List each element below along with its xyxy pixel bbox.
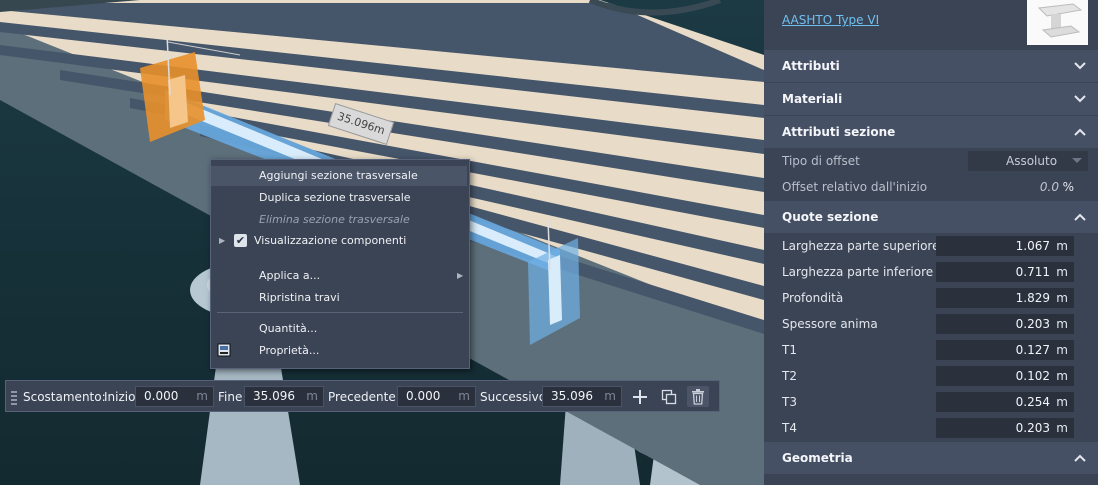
dim-label: Spessore anima bbox=[782, 317, 878, 331]
offset-toolbar: Scostamento: Inizio 0.000 m Fine 35.096 m … bbox=[5, 380, 720, 412]
dim-input[interactable]: 1.067 m bbox=[936, 236, 1074, 256]
menu-item-apply-to[interactable]: Applica a... bbox=[211, 266, 467, 286]
girder-type-header: AASHTO Type VI bbox=[764, 0, 1098, 49]
start-offset-input[interactable]: 0.000 m bbox=[135, 386, 214, 407]
dim-label: Larghezza parte inferiore bbox=[782, 265, 934, 279]
end-label: Fine bbox=[218, 390, 243, 404]
girder-preview-icon bbox=[1037, 3, 1083, 38]
end-offset-input[interactable]: 35.096 m bbox=[244, 386, 324, 407]
previous-offset-input[interactable]: 0.000 m bbox=[397, 386, 476, 407]
menu-item-quantity[interactable]: Quantità... bbox=[211, 319, 467, 339]
section-geometry[interactable]: Geometria bbox=[764, 442, 1098, 474]
submenu-arrow-icon: ▶ bbox=[457, 271, 464, 280]
menu-item-properties[interactable]: Proprietà... bbox=[211, 341, 467, 361]
offset-label: Scostamento: bbox=[23, 390, 106, 404]
context-menu: Aggiungi sezione trasversale Duplica sez… bbox=[210, 159, 470, 369]
dim-label: Profondità bbox=[782, 291, 844, 305]
duplicate-section-button[interactable] bbox=[658, 386, 680, 407]
girder-thumbnail bbox=[1027, 0, 1088, 45]
relative-offset-value: 0.0 bbox=[1039, 180, 1059, 194]
dim-row: T2 0.102 m bbox=[764, 363, 1098, 389]
dim-row: Larghezza parte superiore 1.067 m bbox=[764, 233, 1098, 259]
dropdown-arrow-icon bbox=[1072, 158, 1082, 163]
properties-panel: AASHTO Type VI Attributi Materiali Attri… bbox=[764, 0, 1098, 485]
menu-item-delete-section: Elimina sezione trasversale bbox=[259, 213, 410, 226]
offset-type-label: Tipo di offset bbox=[782, 154, 860, 168]
menu-item-component-display[interactable]: Visualizzazione componenti bbox=[211, 231, 467, 251]
relative-offset-row: Offset relativo dall'inizio 0.0 % bbox=[764, 174, 1098, 200]
girder-type-link[interactable]: AASHTO Type VI bbox=[782, 13, 879, 27]
relative-offset-unit: % bbox=[1062, 180, 1074, 194]
chevron-up-icon bbox=[1074, 213, 1086, 221]
plus-icon bbox=[633, 390, 647, 404]
relative-offset-label: Offset relativo dall'inizio bbox=[782, 180, 928, 194]
chevron-down-icon bbox=[1074, 95, 1086, 103]
section-attributes[interactable]: Attributi bbox=[764, 50, 1098, 82]
previous-label: Precedente bbox=[328, 390, 396, 404]
dim-row: T1 0.127 m bbox=[764, 337, 1098, 363]
copy-icon bbox=[661, 389, 677, 405]
dim-input[interactable]: 0.254 m bbox=[936, 392, 1074, 412]
dim-label: T3 bbox=[782, 395, 797, 409]
dim-input[interactable]: 0.711 m bbox=[936, 262, 1074, 282]
section-section-dimensions[interactable]: Quote sezione bbox=[764, 201, 1098, 233]
dim-row: T3 0.254 m bbox=[764, 389, 1098, 415]
dim-input[interactable]: 0.102 m bbox=[936, 366, 1074, 386]
dim-label: T4 bbox=[782, 421, 797, 435]
offset-type-select[interactable]: Assoluto bbox=[968, 151, 1088, 171]
dim-label: Larghezza parte superiore bbox=[782, 239, 940, 253]
start-label: Inizio bbox=[104, 390, 136, 404]
dim-label: T1 bbox=[782, 343, 797, 357]
dim-row: Profondità 1.829 m bbox=[764, 285, 1098, 311]
drag-handle[interactable] bbox=[11, 389, 17, 405]
menu-item-reset-girders[interactable]: Ripristina travi bbox=[211, 288, 467, 308]
add-section-button[interactable] bbox=[629, 386, 651, 407]
section-materials[interactable]: Materiali bbox=[764, 83, 1098, 115]
dim-input[interactable]: 0.127 m bbox=[936, 340, 1074, 360]
dim-input[interactable]: 0.203 m bbox=[936, 314, 1074, 334]
dim-row: Spessore anima 0.203 m bbox=[764, 311, 1098, 337]
menu-item-add-section[interactable]: Aggiungi sezione trasversale bbox=[211, 166, 467, 186]
menu-item-duplicate-section[interactable]: Duplica sezione trasversale bbox=[211, 188, 467, 208]
delete-section-button[interactable] bbox=[687, 386, 709, 407]
chevron-up-icon bbox=[1074, 454, 1086, 462]
section-section-attributes[interactable]: Attributi sezione bbox=[764, 116, 1098, 148]
chevron-up-icon bbox=[1074, 128, 1086, 136]
trash-icon bbox=[692, 389, 704, 405]
dim-label: T2 bbox=[782, 369, 797, 383]
dim-input[interactable]: 0.203 m bbox=[936, 418, 1074, 438]
offset-type-row: Tipo di offset Assoluto bbox=[764, 148, 1098, 174]
menu-separator bbox=[217, 312, 463, 313]
next-offset-input[interactable]: 35.096 m bbox=[542, 386, 622, 407]
next-label: Successivo bbox=[480, 390, 547, 404]
dim-row: T4 0.203 m bbox=[764, 415, 1098, 441]
chevron-down-icon bbox=[1074, 62, 1086, 70]
dim-row: Larghezza parte inferiore 0.711 m bbox=[764, 259, 1098, 285]
dim-input[interactable]: 1.829 m bbox=[936, 288, 1074, 308]
